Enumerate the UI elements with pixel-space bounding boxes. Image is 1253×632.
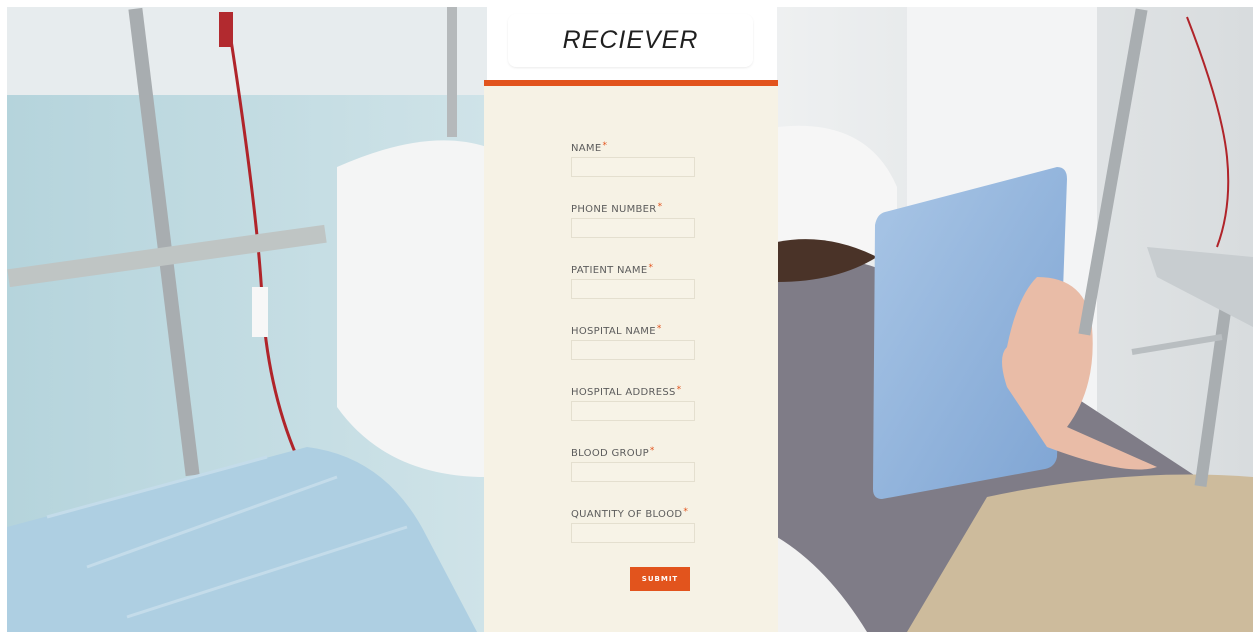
receiver-form: NAME* PHONE NUMBER* PATIENT NAME* HOSPIT… [484,80,778,632]
page-title-card: RECIEVER [508,14,753,67]
quantity-of-blood-input[interactable] [571,523,695,543]
blood-group-label: BLOOD GROUP* [571,446,655,459]
phone-number-label: PHONE NUMBER* [571,202,663,215]
submit-button[interactable]: SUBMIT [630,567,690,591]
required-marker: * [656,324,662,334]
required-marker: * [676,385,682,395]
hospital-address-label: HOSPITAL ADDRESS* [571,385,682,398]
hospital-name-field-group: HOSPITAL NAME* [571,324,695,360]
quantity-of-blood-label: QUANTITY OF BLOOD* [571,507,689,520]
patient-name-field-group: PATIENT NAME* [571,263,695,299]
blood-group-field-group: BLOOD GROUP* [571,446,695,482]
required-marker: * [602,141,608,151]
phone-number-field-group: PHONE NUMBER* [571,202,695,238]
name-input[interactable] [571,157,695,177]
hospital-name-input[interactable] [571,340,695,360]
page-title: RECIEVER [562,26,699,54]
patient-name-label: PATIENT NAME* [571,263,654,276]
patient-name-input[interactable] [571,279,695,299]
name-field-group: NAME* [571,141,695,177]
hospital-name-label: HOSPITAL NAME* [571,324,662,337]
name-label: NAME* [571,141,608,154]
required-marker: * [649,446,655,456]
hospital-address-input[interactable] [571,401,695,421]
required-marker: * [683,507,689,517]
phone-number-input[interactable] [571,218,695,238]
required-marker: * [657,202,663,212]
hospital-address-field-group: HOSPITAL ADDRESS* [571,385,695,421]
quantity-of-blood-field-group: QUANTITY OF BLOOD* [571,507,695,543]
page-frame: RECIEVER NAME* PHONE NUMBER* PATIENT NAM… [7,7,1253,632]
blood-group-input[interactable] [571,462,695,482]
required-marker: * [648,263,654,273]
